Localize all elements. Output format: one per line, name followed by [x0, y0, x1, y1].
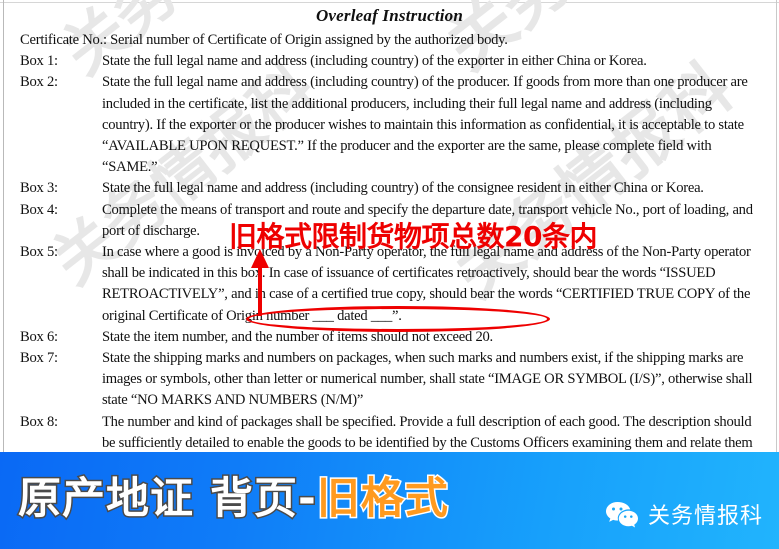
box-1-text: State the full legal name and address (i…: [102, 53, 647, 70]
box-8-text: The number and kind of packages shall be…: [102, 413, 753, 451]
box-3-text: State the full legal name and address (i…: [102, 180, 704, 197]
box-7-text: State the shipping marks and numbers on …: [102, 350, 753, 409]
box-1-paragraph: Box 1: State the full legal name and add…: [20, 51, 765, 72]
page-title: Overleaf Instruction: [315, 6, 464, 25]
box-4-label: Box 4:: [20, 201, 58, 218]
box-3-paragraph: Box 3: State the full legal name and add…: [20, 178, 765, 199]
box-7-label: Box 7:: [20, 350, 58, 367]
certificate-no-paragraph: Certificate No.: Serial number of Certif…: [20, 30, 765, 51]
box-8-label: Box 8:: [20, 413, 58, 430]
screenshot-root: 关务情报科 关务情报科 关务情报科 关务情报科 Overleaf Instruc…: [0, 0, 779, 549]
document-border-left: [3, 0, 4, 455]
box-2-label: Box 2:: [20, 74, 58, 91]
up-arrow-icon: [251, 249, 269, 316]
box-2-text: State the full legal name and address (i…: [102, 74, 748, 176]
box-3-label: Box 3:: [20, 180, 58, 197]
wechat-icon: [605, 501, 638, 527]
red-annotation-text: 旧格式限制货物项总数20条内: [229, 220, 597, 253]
box-6-label: Box 6:: [20, 328, 58, 345]
box-2-paragraph: Box 2: State the full legal name and add…: [20, 72, 765, 178]
box-8-paragraph: Box 8: The number and kind of packages s…: [20, 412, 765, 455]
box-1-label: Box 1:: [20, 53, 58, 70]
banner-title-white: 原产地证 背页-: [17, 473, 318, 526]
box-7-paragraph: Box 7: State the shipping marks and numb…: [20, 348, 765, 412]
red-highlight-oval: [246, 306, 550, 332]
document-border-right: [776, 0, 777, 455]
banner-title-orange: 旧格式: [315, 473, 449, 526]
brand-name: 关务情报科: [647, 504, 763, 529]
banner-title: 原产地证 背页-旧格式: [17, 473, 450, 526]
document-border-top: [0, 2, 779, 3]
certificate-no-text: Certificate No.: Serial number of Certif…: [20, 32, 508, 48]
scanned-document: 关务情报科 关务情报科 关务情报科 关务情报科 Overleaf Instruc…: [0, 0, 779, 455]
box-5-label: Box 5:: [20, 244, 58, 261]
brand-badge[interactable]: 关务情报科: [605, 498, 763, 530]
